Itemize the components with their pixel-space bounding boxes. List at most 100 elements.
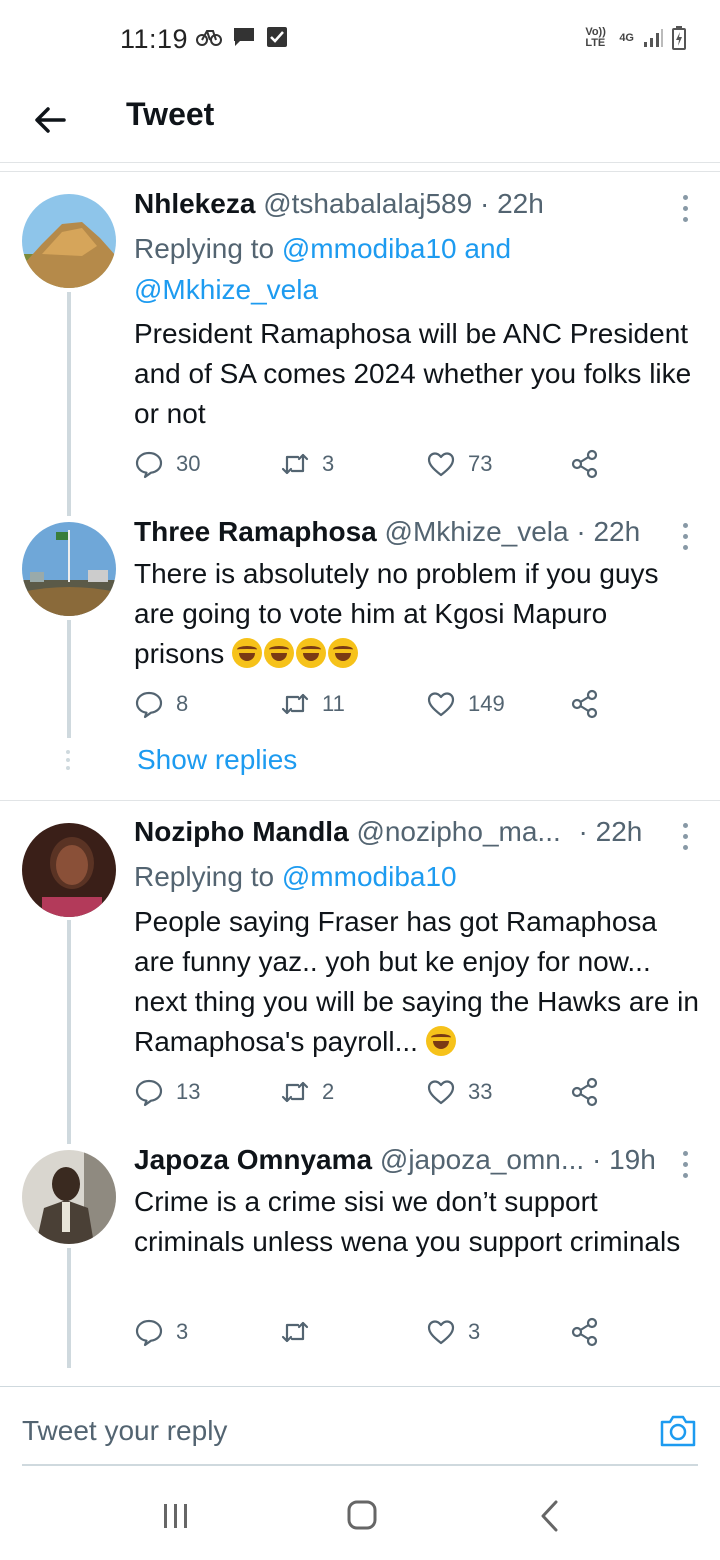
thread-dots: [66, 750, 72, 774]
divider: [0, 171, 720, 172]
tweet-text: Crime is a crime sisi we don’t support c…: [134, 1186, 681, 1257]
more-options-icon[interactable]: [682, 523, 690, 551]
like-button[interactable]: 33: [426, 1077, 492, 1107]
reply-input[interactable]: Tweet your reply: [22, 1415, 227, 1447]
tweet-header: Nhlekeza @tshabalalaj589 · 22h: [134, 188, 544, 220]
like-count: 3: [468, 1319, 481, 1344]
display-name[interactable]: Three Ramaphosa: [134, 516, 377, 547]
avatar[interactable]: [22, 194, 116, 288]
home-icon[interactable]: [342, 1498, 382, 1534]
status-right: Vo)) LTE 4G: [585, 26, 686, 50]
tweet-actions: 8 11 149: [134, 689, 614, 723]
composer-underline: [22, 1464, 698, 1466]
share-icon: [571, 449, 598, 479]
tweet-text: President Ramaphosa will be ANC Presiden…: [134, 318, 692, 429]
retweet-icon: [281, 1321, 309, 1343]
notification-icons: [196, 26, 288, 48]
rofl-emoji: [232, 638, 360, 669]
reply-composer: Tweet your reply: [0, 1386, 720, 1467]
tweet-text: There is absolutely no problem if you gu…: [134, 558, 659, 669]
reply-count: 13: [176, 1079, 201, 1104]
show-replies-link[interactable]: Show replies: [137, 744, 297, 776]
network-type: 4G: [619, 32, 634, 44]
thread-line: [67, 1248, 71, 1368]
tweet-actions: 13 2 33: [134, 1077, 614, 1111]
username[interactable]: @japoza_omn...: [380, 1144, 584, 1175]
timestamp: · 22h: [479, 188, 544, 219]
tweet-actions: 3 3: [134, 1317, 614, 1351]
retweet-icon: [281, 453, 309, 475]
retweet-button[interactable]: 11: [280, 689, 345, 719]
more-options-icon[interactable]: [682, 1151, 690, 1179]
username[interactable]: @nozipho_ma...: [356, 816, 560, 847]
avatar[interactable]: [22, 823, 116, 917]
avatar[interactable]: [22, 1150, 116, 1244]
mention-link[interactable]: @mmodiba10 and: [282, 233, 511, 264]
timestamp: · 22h: [576, 516, 641, 547]
like-count: 149: [468, 691, 505, 716]
share-button[interactable]: [570, 689, 600, 719]
share-icon: [571, 1077, 598, 1107]
timestamp: · 19h: [591, 1144, 656, 1175]
heart-icon: [427, 692, 455, 717]
volte-indicator: Vo)) LTE: [585, 26, 606, 49]
tweet-actions: 30 3 73: [134, 449, 614, 483]
rofl-emoji: [425, 1026, 458, 1057]
reply-button[interactable]: 8: [134, 689, 188, 719]
signal-icon: [644, 29, 663, 47]
tweet-header: Nozipho Mandla @nozipho_ma... · 22h: [134, 816, 642, 848]
reply-count: 8: [176, 691, 189, 716]
tweet-header: Three Ramaphosa @Mkhize_vela · 22h: [134, 516, 640, 548]
more-options-icon[interactable]: [682, 195, 690, 223]
heart-icon: [427, 452, 455, 477]
retweet-icon: [281, 693, 309, 715]
share-button[interactable]: [570, 449, 600, 479]
reply-icon: [135, 1079, 163, 1107]
retweet-button[interactable]: 3: [280, 449, 334, 479]
more-options-icon[interactable]: [682, 823, 690, 851]
like-button[interactable]: 149: [426, 689, 505, 719]
retweet-button[interactable]: [280, 1317, 322, 1347]
reply-button[interactable]: 3: [134, 1317, 188, 1347]
thread-line: [67, 920, 71, 1144]
bicycle-icon: [196, 30, 222, 46]
share-button[interactable]: [570, 1317, 600, 1347]
like-count: 73: [468, 451, 493, 476]
mention-link[interactable]: @mmodiba10: [282, 861, 457, 892]
retweet-count: 11: [322, 691, 345, 716]
username[interactable]: @Mkhize_vela: [385, 516, 569, 547]
avatar[interactable]: [22, 522, 116, 616]
share-icon: [571, 689, 598, 719]
system-nav-bar: [0, 1470, 720, 1560]
app-bar: Tweet: [0, 84, 720, 163]
like-button[interactable]: 73: [426, 449, 492, 479]
timestamp: · 22h: [578, 816, 643, 847]
share-button[interactable]: [570, 1077, 600, 1107]
camera-icon[interactable]: [658, 1413, 698, 1449]
like-button[interactable]: 3: [426, 1317, 480, 1347]
battery-icon: [672, 26, 686, 50]
status-time: 11:19: [120, 24, 189, 54]
heart-icon: [427, 1080, 455, 1105]
retweet-count: 3: [322, 451, 335, 476]
reply-count: 3: [176, 1319, 189, 1344]
mention-link[interactable]: @Mkhize_vela: [134, 274, 318, 305]
reply-button[interactable]: 30: [134, 449, 200, 479]
like-count: 33: [468, 1079, 493, 1104]
reply-button[interactable]: 13: [134, 1077, 200, 1107]
username[interactable]: @tshabalalaj589: [263, 188, 472, 219]
reply-icon: [135, 1319, 163, 1347]
heart-icon: [427, 1320, 455, 1345]
thread-line: [67, 292, 71, 516]
recent-apps-icon[interactable]: [156, 1498, 196, 1534]
display-name[interactable]: Nhlekeza: [134, 188, 255, 219]
retweet-count: 2: [322, 1079, 335, 1104]
divider: [0, 800, 720, 801]
display-name[interactable]: Nozipho Mandla: [134, 816, 349, 847]
back-nav-icon[interactable]: [530, 1498, 570, 1534]
display-name[interactable]: Japoza Omnyama: [134, 1144, 372, 1175]
reply-icon: [135, 451, 163, 479]
replying-to: Replying to @mmodiba10: [134, 861, 457, 892]
retweet-button[interactable]: 2: [280, 1077, 334, 1107]
back-arrow-icon[interactable]: [30, 100, 70, 140]
